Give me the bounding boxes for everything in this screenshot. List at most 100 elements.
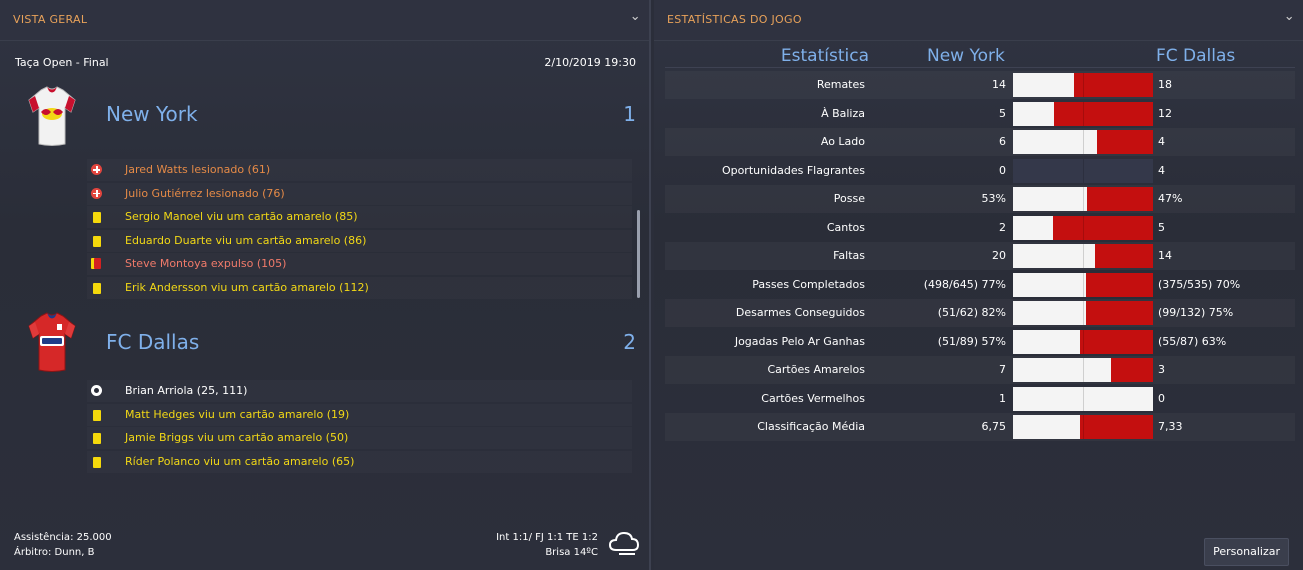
match-stats-header: ESTATÍSTICAS DO JOGO ⌄ — [654, 0, 1303, 41]
stat-row: Cantos 2 5 — [665, 214, 1295, 242]
stat-bar-home — [1013, 301, 1087, 325]
event-row[interactable]: Matt Hedges viu um cartão amarelo (19) — [87, 404, 632, 426]
stat-bar-home — [1013, 415, 1081, 439]
stat-row: Cartões Vermelhos 1 0 — [665, 385, 1295, 413]
event-row[interactable]: Jamie Briggs viu um cartão amarelo (50) — [87, 427, 632, 449]
event-row[interactable]: Erik Andersson viu um cartão amarelo (11… — [87, 277, 632, 299]
stat-bar — [1013, 215, 1153, 240]
event-row[interactable]: Eduardo Duarte viu um cartão amarelo (86… — [87, 230, 632, 252]
event-row[interactable]: Julio Gutiérrez lesionado (76) — [87, 183, 632, 205]
stat-home-value: 1 — [999, 391, 1006, 405]
home-team-row: New York 1 — [13, 84, 638, 150]
stat-label: Cantos — [826, 220, 865, 234]
stat-away-value: 14 — [1158, 249, 1172, 262]
yellow-card-icon — [91, 282, 102, 294]
event-text: Jamie Briggs viu um cartão amarelo (50) — [125, 431, 349, 445]
event-row[interactable]: Steve Montoya expulso (105) — [87, 253, 632, 275]
event-row[interactable]: Jared Watts lesionado (61) — [87, 159, 632, 181]
stat-row: Jogadas Pelo Ar Ganhas (51/89) 57% (55/87)… — [665, 328, 1295, 356]
overview-panel-header: VISTA GERAL ⌄ — [0, 0, 649, 41]
event-text: Ríder Polanco viu um cartão amarelo (65) — [125, 454, 355, 468]
stat-bar — [1013, 358, 1153, 382]
header-divider — [665, 67, 1295, 68]
stat-home-value: (498/645) 77% — [923, 277, 1006, 291]
event-row[interactable]: Brian Arriola (25, 111) — [87, 380, 632, 402]
away-team-name[interactable]: FC Dallas — [106, 330, 199, 354]
stat-row: Oportunidades Flagrantes 0 4 — [665, 157, 1295, 185]
stat-column-header: Estatística — [780, 46, 869, 66]
stat-label: Classificação Média — [757, 420, 865, 433]
stat-bar-away — [1079, 329, 1153, 354]
stat-home-value: (51/62) 82% — [937, 306, 1006, 319]
yellow-card-icon — [91, 235, 102, 247]
away-team-score: 2 — [623, 330, 636, 354]
stat-away-value: 0 — [1158, 391, 1165, 405]
stat-bar-home — [1013, 73, 1075, 97]
stat-away-value: (375/535) 70% — [1158, 277, 1241, 291]
stat-row: Classificação Média 6,75 7,33 — [665, 413, 1295, 441]
chevron-down-icon[interactable]: ⌄ — [630, 0, 641, 34]
stat-bar — [1013, 272, 1153, 297]
event-text: Brian Arriola (25, 111) — [125, 384, 248, 397]
stat-label: Desarmes Conseguidos — [735, 306, 865, 319]
stat-home-value: 6,75 — [981, 420, 1007, 433]
stat-label: Passes Completados — [752, 277, 865, 291]
match-stats-title: ESTATÍSTICAS DO JOGO — [667, 13, 802, 26]
stat-bar-home — [1013, 272, 1087, 297]
stat-bar-home — [1013, 130, 1097, 154]
stat-away-value: 3 — [1158, 363, 1165, 376]
stat-away-value: 5 — [1158, 220, 1165, 234]
overview-title: VISTA GERAL — [13, 13, 88, 26]
stat-home-value: 7 — [999, 363, 1006, 376]
match-stats-panel: ESTATÍSTICAS DO JOGO ⌄ Estatística New Y… — [654, 0, 1303, 570]
stat-label: À Baliza — [821, 106, 865, 120]
event-text: Matt Hedges viu um cartão amarelo (19) — [125, 407, 350, 421]
stat-bar-away — [1095, 244, 1153, 268]
stat-bar-home — [1013, 358, 1111, 382]
home-kit-icon — [28, 86, 76, 146]
stat-home-value: 5 — [999, 106, 1006, 120]
ratings-label: Int 1:1/ FJ 1:1 TE 1:2 — [496, 532, 598, 543]
stat-bar-away — [1053, 215, 1153, 240]
stat-bar — [1013, 386, 1153, 411]
stat-label: Oportunidades Flagrantes — [721, 163, 865, 177]
home-column-header: New York — [927, 46, 1005, 66]
stat-bar-home — [1013, 329, 1080, 354]
stat-row: Remates 14 18 — [665, 71, 1295, 99]
injury-icon — [91, 164, 102, 176]
stat-bar — [1013, 130, 1153, 154]
stat-row: Posse 53% 47% — [665, 185, 1295, 213]
stat-bar — [1013, 158, 1153, 183]
chevron-down-icon[interactable]: ⌄ — [1284, 0, 1295, 34]
stat-home-value: 6 — [999, 135, 1006, 148]
customize-button[interactable]: Personalizar — [1204, 538, 1289, 566]
injury-icon — [91, 187, 102, 200]
overview-panel: VISTA GERAL ⌄ Taça Open - Final 2/10/201… — [0, 0, 651, 570]
stat-bar-away — [1097, 130, 1153, 154]
stat-bar — [1013, 415, 1153, 439]
event-text: Jared Watts lesionado (61) — [125, 163, 271, 176]
away-team-row: FC Dallas 2 — [13, 310, 638, 376]
yellow-card-icon — [91, 456, 102, 468]
stat-row: À Baliza 5 12 — [665, 100, 1295, 128]
home-team-name[interactable]: New York — [106, 102, 198, 126]
stat-label: Posse — [833, 192, 865, 205]
stat-row: Ao Lado 6 4 — [665, 128, 1295, 156]
stat-bar-away — [1086, 301, 1153, 325]
event-row[interactable]: Ríder Polanco viu um cartão amarelo (65) — [87, 451, 632, 473]
stat-away-value: (99/132) 75% — [1158, 306, 1234, 319]
stat-label: Cartões Amarelos — [767, 363, 865, 376]
stat-bar-home — [1013, 187, 1088, 211]
stat-label: Faltas — [833, 249, 865, 262]
event-row[interactable]: Sergio Manoel viu um cartão amarelo (85) — [87, 206, 632, 228]
stat-row: Faltas 20 14 — [665, 242, 1295, 270]
stat-label: Ao Lado — [820, 135, 865, 148]
stat-away-value: 4 — [1158, 135, 1165, 148]
yellow-card-icon — [91, 409, 102, 421]
stat-bar — [1013, 244, 1153, 268]
stat-home-value: 53% — [981, 192, 1006, 205]
stat-away-value: 18 — [1158, 78, 1172, 91]
stat-away-value: 7,33 — [1158, 420, 1183, 433]
events-scrollbar[interactable] — [637, 210, 640, 298]
stat-row: Desarmes Conseguidos (51/62) 82% (99/132) … — [665, 299, 1295, 327]
